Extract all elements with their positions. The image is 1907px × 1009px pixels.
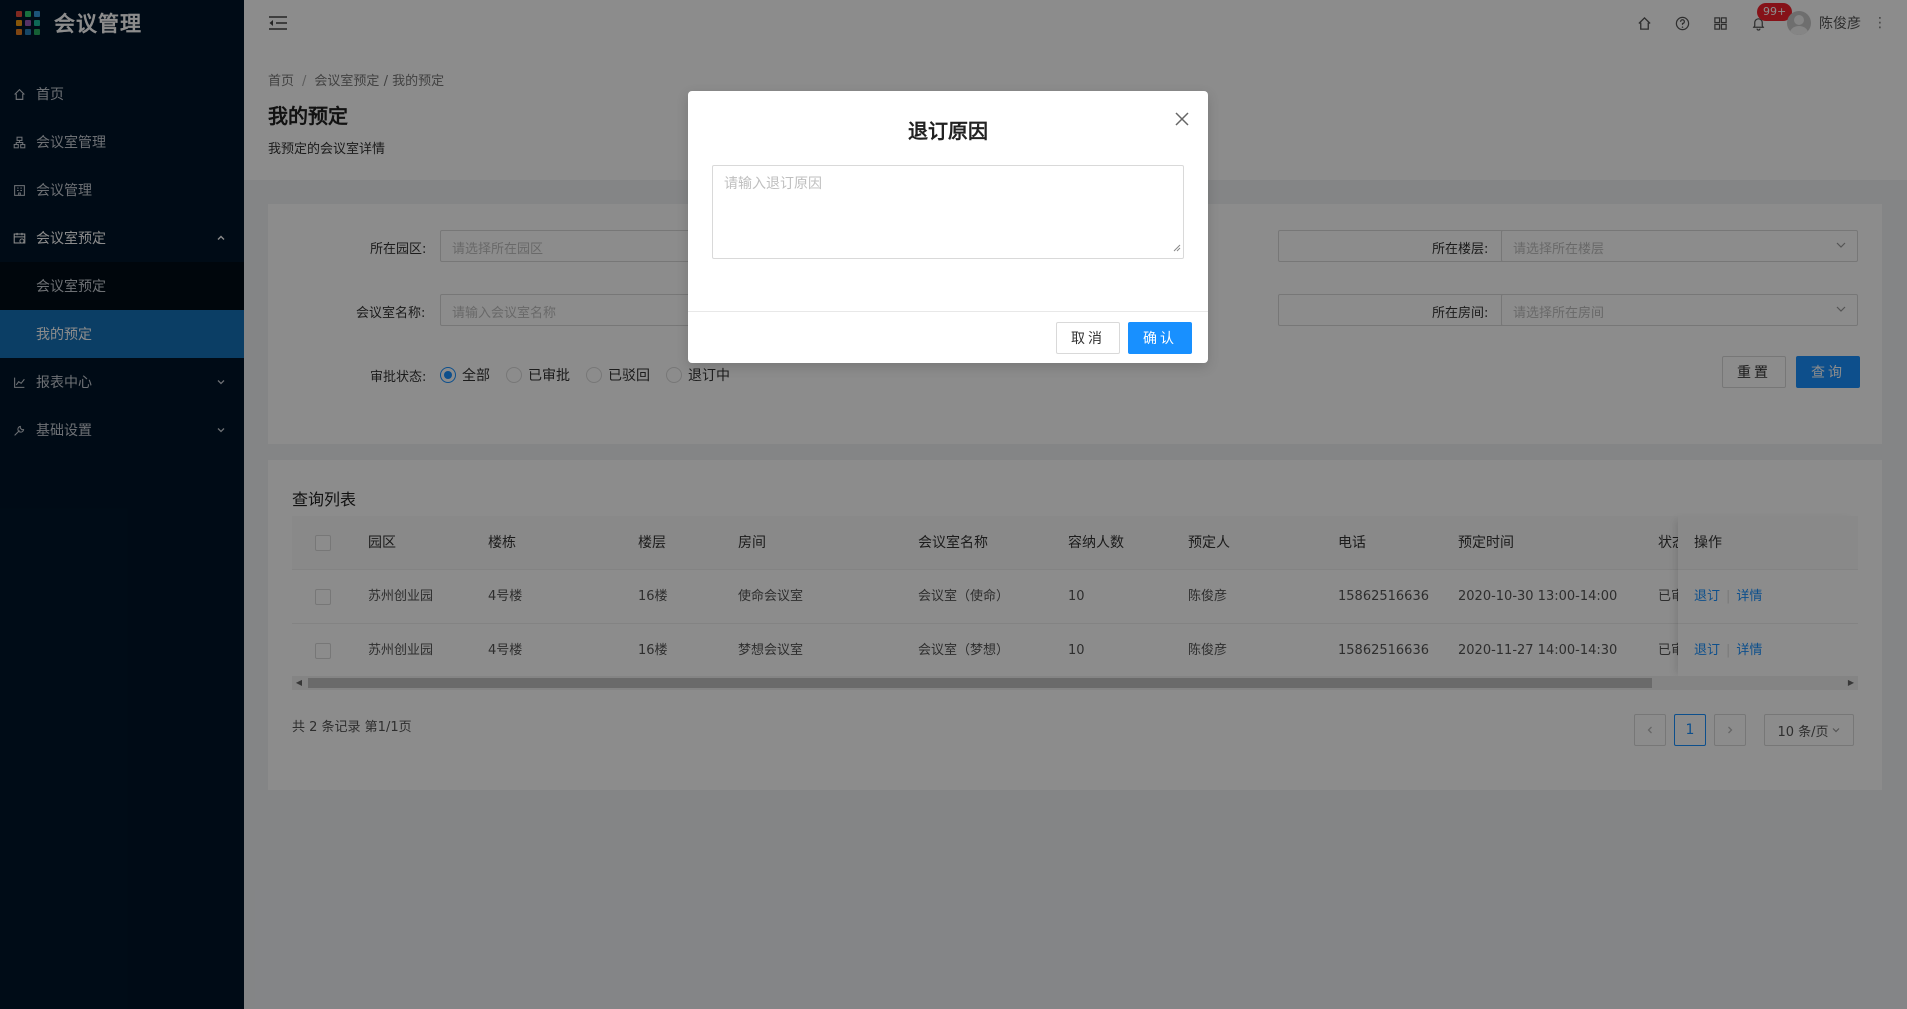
- cancel-reason-textarea[interactable]: 请输入退订原因: [712, 165, 1184, 259]
- textarea-placeholder: 请输入退订原因: [724, 176, 822, 192]
- close-icon[interactable]: [1174, 111, 1190, 127]
- cancel-reason-modal: 退订原因 请输入退订原因 取消 确认: [688, 91, 1208, 363]
- modal-title: 退订原因: [908, 119, 988, 143]
- modal-footer: 取消 确认: [688, 311, 1208, 363]
- confirm-button[interactable]: 确认: [1128, 322, 1192, 354]
- cancel-button[interactable]: 取消: [1056, 322, 1120, 354]
- resize-grip-icon[interactable]: [1173, 240, 1181, 256]
